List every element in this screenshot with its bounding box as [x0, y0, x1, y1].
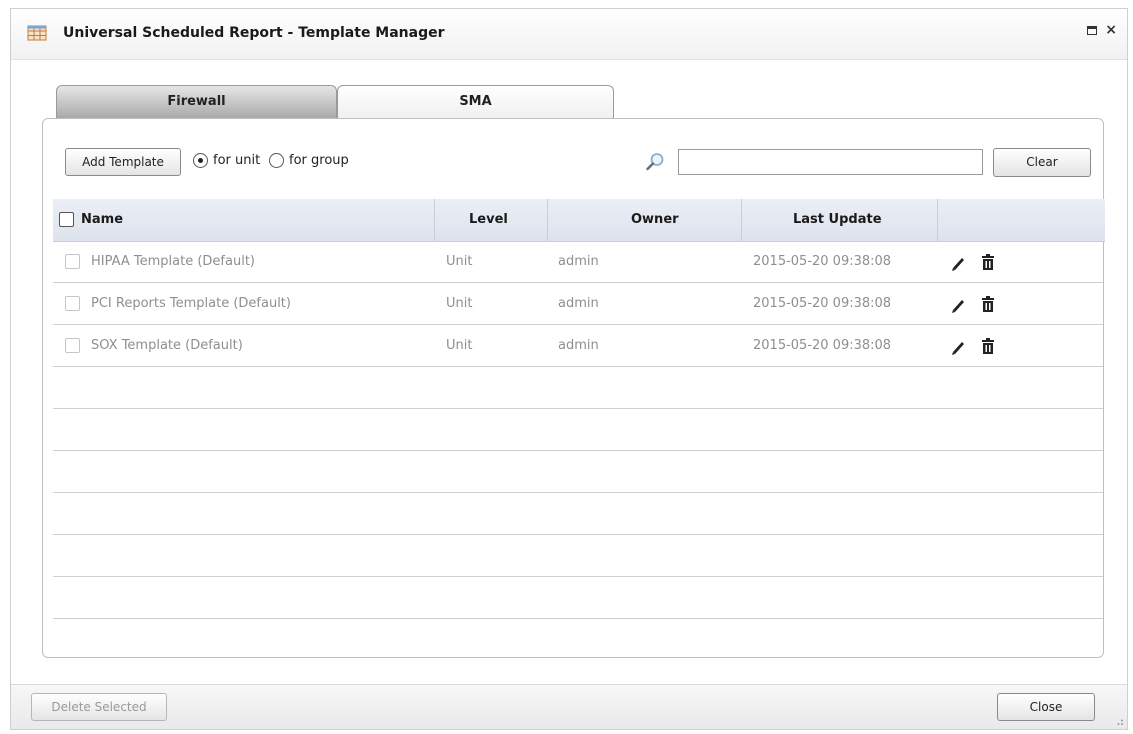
table-row[interactable]: HIPAA Template (Default) Unit admin 2015… [53, 241, 1103, 283]
pencil-icon[interactable] [949, 252, 967, 272]
table-row[interactable]: SOX Template (Default) Unit admin 2015-0… [53, 325, 1103, 367]
tab-sma[interactable]: SMA [337, 85, 614, 118]
trash-icon[interactable] [979, 252, 997, 272]
pencil-icon[interactable] [949, 336, 967, 356]
empty-row [53, 451, 1103, 493]
empty-row [53, 493, 1103, 535]
resize-grip-icon[interactable] [1114, 716, 1124, 726]
for-unit-radio[interactable] [193, 153, 208, 168]
for-unit-label: for unit [213, 153, 261, 168]
template-manager-window: Universal Scheduled Report - Template Ma… [10, 8, 1128, 730]
select-all-checkbox[interactable] [59, 212, 74, 227]
maximize-icon[interactable] [1087, 26, 1097, 35]
row-owner: admin [558, 296, 599, 311]
row-last-update: 2015-05-20 09:38:08 [753, 296, 892, 311]
empty-row [53, 367, 1103, 409]
table-body: HIPAA Template (Default) Unit admin 2015… [53, 241, 1103, 619]
title-bar: Universal Scheduled Report - Template Ma… [11, 9, 1127, 60]
tab-firewall[interactable]: Firewall [56, 85, 337, 118]
close-icon[interactable]: × [1105, 22, 1117, 38]
empty-row [53, 409, 1103, 451]
column-header-level[interactable]: Level [469, 199, 508, 241]
row-checkbox[interactable] [65, 296, 80, 311]
empty-row [53, 535, 1103, 577]
row-level: Unit [446, 254, 473, 269]
table-header: Name Level Owner Last Update [53, 199, 1105, 242]
trash-icon[interactable] [979, 294, 997, 314]
for-group-label: for group [289, 153, 349, 168]
column-header-last-update[interactable]: Last Update [793, 199, 882, 241]
window-title: Universal Scheduled Report - Template Ma… [63, 25, 445, 41]
row-level: Unit [446, 296, 473, 311]
close-button[interactable]: Close [997, 693, 1095, 721]
row-name: HIPAA Template (Default) [91, 254, 255, 269]
search-input[interactable] [678, 149, 983, 175]
row-name: SOX Template (Default) [91, 338, 243, 353]
row-last-update: 2015-05-20 09:38:08 [753, 254, 892, 269]
row-last-update: 2015-05-20 09:38:08 [753, 338, 892, 353]
pencil-icon[interactable] [949, 294, 967, 314]
table-row[interactable]: PCI Reports Template (Default) Unit admi… [53, 283, 1103, 325]
delete-selected-button[interactable]: Delete Selected [31, 693, 167, 721]
templates-panel: Add Template for unit for group Clear Na… [42, 118, 1105, 658]
trash-icon[interactable] [979, 336, 997, 356]
column-header-name[interactable]: Name [81, 199, 123, 241]
footer-bar: Delete Selected Close [11, 684, 1127, 729]
row-owner: admin [558, 254, 599, 269]
row-checkbox[interactable] [65, 254, 80, 269]
clear-button[interactable]: Clear [993, 148, 1091, 177]
report-app-icon [27, 25, 47, 41]
empty-row [53, 577, 1103, 619]
for-group-radio[interactable] [269, 153, 284, 168]
row-owner: admin [558, 338, 599, 353]
row-name: PCI Reports Template (Default) [91, 296, 291, 311]
search-icon [646, 153, 664, 171]
column-header-owner[interactable]: Owner [631, 199, 679, 241]
row-checkbox[interactable] [65, 338, 80, 353]
add-template-button[interactable]: Add Template [65, 148, 181, 176]
row-level: Unit [446, 338, 473, 353]
